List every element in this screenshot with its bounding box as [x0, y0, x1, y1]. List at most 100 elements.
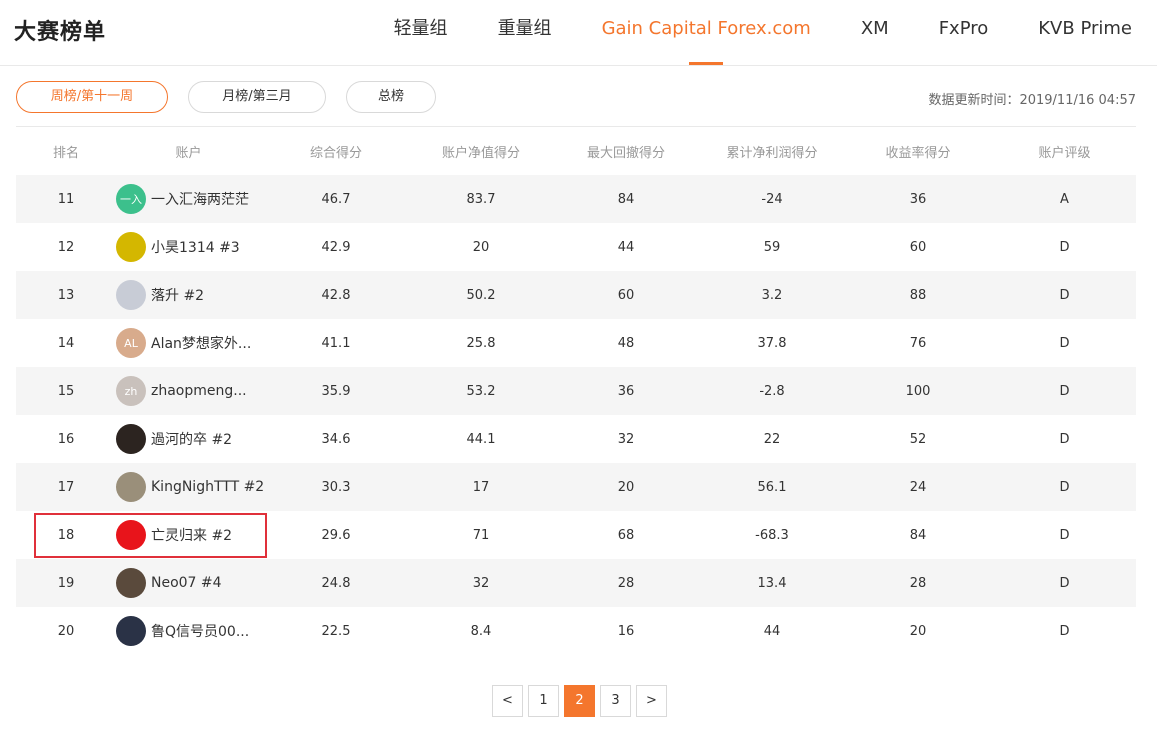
- account-cell[interactable]: Neo07 #4: [116, 568, 261, 598]
- grade-cell: D: [1059, 335, 1070, 351]
- nav-tab-lightweight[interactable]: 轻量组: [369, 0, 473, 66]
- rank-cell: 12: [57, 239, 75, 255]
- avatar: [116, 616, 146, 646]
- account-name[interactable]: KingNighTTT #2: [151, 479, 264, 495]
- grade-cell: D: [1059, 527, 1070, 543]
- total-score-cell: 42.8: [321, 287, 351, 303]
- equity-score-cell: 53.2: [466, 383, 496, 399]
- account-cell[interactable]: 落升 #2: [116, 280, 261, 310]
- return-score-cell: 24: [909, 479, 927, 495]
- account-name[interactable]: Alan梦想家外...: [151, 333, 251, 353]
- nav-tab-heavyweight[interactable]: 重量组: [473, 0, 577, 66]
- page-1-button[interactable]: 1: [528, 685, 559, 717]
- table-row[interactable]: 14 AL Alan梦想家外... 41.1 25.8 48 37.8 76 D: [16, 319, 1136, 367]
- page-3-button[interactable]: 3: [600, 685, 631, 717]
- profit-score-cell: -24: [761, 191, 783, 207]
- grade-cell: D: [1059, 575, 1070, 591]
- account-cell[interactable]: zh zhaopmeng...: [116, 376, 261, 406]
- avatar: [116, 280, 146, 310]
- avatar: 一入: [116, 184, 146, 214]
- return-score-cell: 52: [909, 431, 927, 447]
- total-score-cell: 24.8: [321, 575, 351, 591]
- avatar: [116, 520, 146, 550]
- profit-score-cell: 22: [763, 431, 781, 447]
- account-name[interactable]: 過河的卒 #2: [151, 429, 232, 449]
- account-name[interactable]: 一入汇海两茫茫: [151, 189, 249, 209]
- monthly-ranking-button[interactable]: 月榜/第三月: [188, 81, 326, 113]
- grade-cell: D: [1059, 383, 1070, 399]
- account-cell[interactable]: 鲁Q信号员00...: [116, 616, 261, 646]
- table-row[interactable]: 12 小昊1314 #3 42.9 20 44 59 60 D: [16, 223, 1136, 271]
- table-row[interactable]: 13 落升 #2 42.8 50.2 60 3.2 88 D: [16, 271, 1136, 319]
- table-row[interactable]: 11 一入 一入汇海两茫茫 46.7 83.7 84 -24 36 A: [16, 175, 1136, 223]
- table-row[interactable]: 17 KingNighTTT #2 30.3 17 20 56.1 24 D: [16, 463, 1136, 511]
- account-cell[interactable]: KingNighTTT #2: [116, 472, 264, 502]
- rank-cell: 15: [57, 383, 75, 399]
- account-cell[interactable]: 過河的卒 #2: [116, 424, 261, 454]
- return-score-cell: 36: [909, 191, 927, 207]
- table-row[interactable]: 15 zh zhaopmeng... 35.9 53.2 36 -2.8 100 D: [16, 367, 1136, 415]
- profit-score-cell: 37.8: [757, 335, 787, 351]
- column-header-drawdown-score: 最大回撤得分: [586, 145, 665, 161]
- overall-ranking-button[interactable]: 总榜: [346, 81, 436, 113]
- account-name[interactable]: 亡灵归来 #2: [151, 525, 232, 545]
- column-header-equity-score: 账户净值得分: [441, 145, 520, 161]
- table-row[interactable]: 16 過河的卒 #2 34.6 44.1 32 22 52 D: [16, 415, 1136, 463]
- grade-cell: A: [1060, 191, 1069, 207]
- account-cell[interactable]: 小昊1314 #3: [116, 232, 261, 262]
- return-score-cell: 88: [909, 287, 927, 303]
- equity-score-cell: 25.8: [466, 335, 496, 351]
- grade-cell: D: [1059, 287, 1070, 303]
- nav-tab-fxpro[interactable]: FxPro: [914, 0, 1014, 66]
- drawdown-score-cell: 36: [617, 383, 635, 399]
- account-cell[interactable]: AL Alan梦想家外...: [116, 328, 261, 358]
- weekly-ranking-button[interactable]: 周榜/第十一周: [16, 81, 168, 113]
- rank-cell: 14: [57, 335, 75, 351]
- rank-cell: 20: [57, 623, 75, 639]
- rank-cell: 18: [57, 527, 75, 543]
- account-name[interactable]: zhaopmeng...: [151, 383, 247, 399]
- account-name[interactable]: 小昊1314 #3: [151, 237, 240, 257]
- equity-score-cell: 17: [472, 479, 490, 495]
- equity-score-cell: 44.1: [466, 431, 496, 447]
- profit-score-cell: 3.2: [761, 287, 783, 303]
- account-name[interactable]: 落升 #2: [151, 285, 204, 305]
- total-score-cell: 34.6: [321, 431, 351, 447]
- rank-cell: 19: [57, 575, 75, 591]
- drawdown-score-cell: 84: [617, 191, 635, 207]
- ranking-filters: 周榜/第十一周 月榜/第三月 总榜: [16, 81, 456, 113]
- page-2-button[interactable]: 2: [564, 685, 595, 717]
- drawdown-score-cell: 32: [617, 431, 635, 447]
- table-row[interactable]: 19 Neo07 #4 24.8 32 28 13.4 28 D: [16, 559, 1136, 607]
- table-row[interactable]: 18 亡灵归来 #2 29.6 71 68 -68.3 84 D: [16, 511, 1136, 559]
- column-header-rank: 排名: [52, 145, 79, 161]
- profit-score-cell: 56.1: [757, 479, 787, 495]
- avatar: zh: [116, 376, 146, 406]
- profit-score-cell: 13.4: [757, 575, 787, 591]
- top-bar: 大赛榜单 轻量组 重量组 Gain Capital Forex.com XM F…: [0, 0, 1157, 66]
- account-cell[interactable]: 一入 一入汇海两茫茫: [116, 184, 261, 214]
- table-row[interactable]: 20 鲁Q信号员00... 22.5 8.4 16 44 20 D: [16, 607, 1136, 655]
- prev-page-button[interactable]: <: [492, 685, 523, 717]
- return-score-cell: 20: [909, 623, 927, 639]
- rank-cell: 17: [57, 479, 75, 495]
- account-cell[interactable]: 亡灵归来 #2: [116, 520, 261, 550]
- drawdown-score-cell: 48: [617, 335, 635, 351]
- next-page-button[interactable]: >: [636, 685, 667, 717]
- drawdown-score-cell: 60: [617, 287, 635, 303]
- column-header-profit-score: 累计净利润得分: [726, 145, 818, 161]
- grade-cell: D: [1059, 239, 1070, 255]
- account-name[interactable]: 鲁Q信号员00...: [151, 621, 249, 641]
- column-header-return-score: 收益率得分: [885, 145, 951, 161]
- nav-tab-xm[interactable]: XM: [836, 0, 914, 66]
- total-score-cell: 35.9: [321, 383, 351, 399]
- nav-tab-kvb-prime[interactable]: KVB Prime: [1013, 0, 1157, 66]
- drawdown-score-cell: 20: [617, 479, 635, 495]
- pagination: < 1 2 3 >: [492, 685, 672, 717]
- account-name[interactable]: Neo07 #4: [151, 575, 222, 591]
- total-score-cell: 41.1: [321, 335, 351, 351]
- nav-tab-gain-capital[interactable]: Gain Capital Forex.com: [577, 0, 836, 66]
- avatar: [116, 424, 146, 454]
- return-score-cell: 28: [909, 575, 927, 591]
- grade-cell: D: [1059, 479, 1070, 495]
